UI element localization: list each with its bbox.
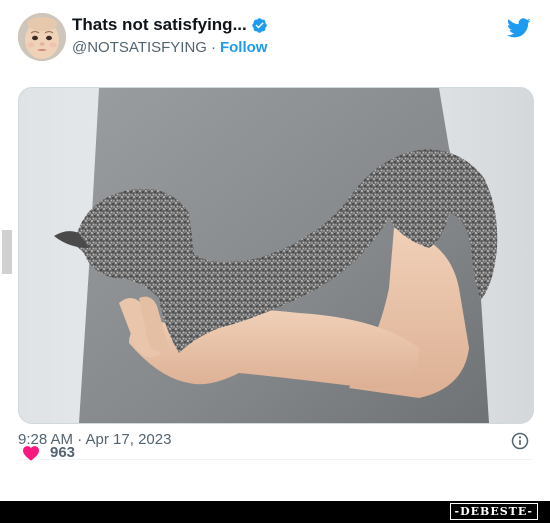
heart-icon[interactable] (22, 445, 40, 461)
avatar[interactable] (18, 13, 66, 61)
handle-separator: · (210, 39, 216, 56)
author-handle[interactable]: @NOTSATISFYING (72, 39, 207, 56)
display-name[interactable]: Thats not satisfying... (72, 15, 247, 35)
divider (18, 459, 532, 460)
tweet-card: Thats not satisfying... @NOTSATISFYING ·… (0, 0, 550, 523)
like-count[interactable]: 963 (50, 444, 75, 461)
twitter-bird-icon[interactable] (507, 16, 531, 40)
brand-watermark: -DEBESTE- (449, 503, 538, 520)
handle-row: @NOTSATISFYING · Follow (72, 39, 267, 56)
photo-content (19, 88, 533, 423)
tweet-timestamp[interactable]: 9:28 AM · Apr 17, 2023 (18, 431, 171, 448)
tweet-photo[interactable] (18, 87, 534, 424)
follow-button[interactable]: Follow (220, 39, 268, 56)
side-watermark (2, 230, 12, 274)
watermark-bar: -DEBESTE- (0, 501, 550, 523)
verified-badge-icon (251, 17, 267, 33)
author-name-row: Thats not satisfying... (72, 15, 268, 35)
info-icon[interactable] (510, 431, 530, 451)
